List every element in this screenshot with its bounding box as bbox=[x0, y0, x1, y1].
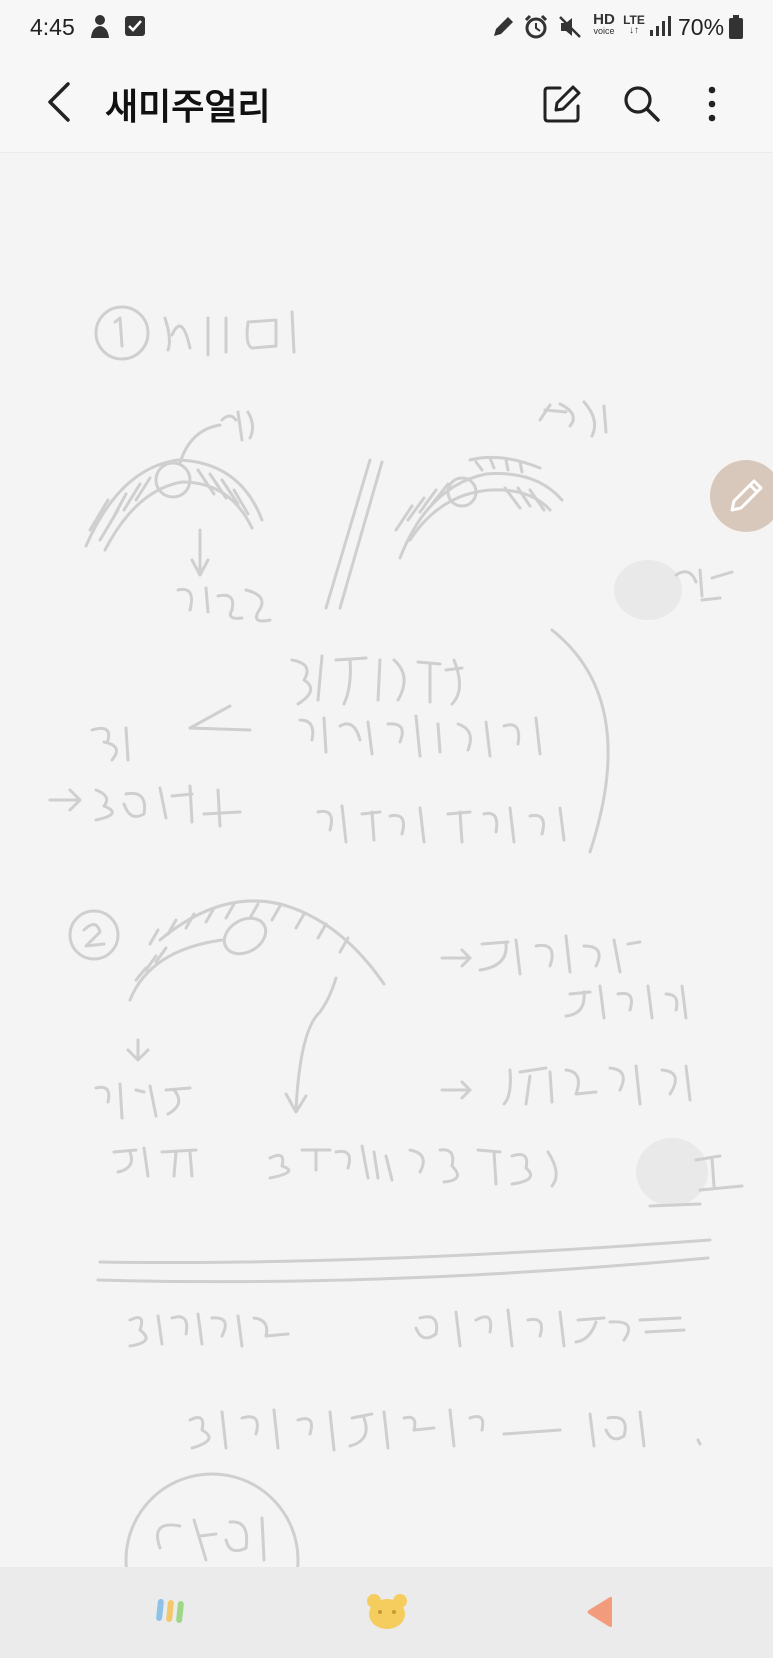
search-icon[interactable] bbox=[620, 82, 664, 126]
floating-pen-button[interactable] bbox=[710, 460, 773, 532]
hd-voice-indicator: HD voice bbox=[593, 11, 615, 36]
edit-icon[interactable] bbox=[540, 82, 584, 126]
alarm-icon bbox=[524, 14, 548, 39]
lte-indicator: LTE ↓↑ bbox=[623, 13, 645, 36]
battery-icon bbox=[729, 15, 743, 39]
triangle-icon[interactable] bbox=[576, 1587, 626, 1637]
more-icon[interactable] bbox=[690, 82, 734, 126]
app-bar: 새미주얼리 bbox=[0, 56, 773, 153]
note-canvas[interactable] bbox=[0, 153, 773, 1567]
pen-status-icon bbox=[494, 17, 513, 36]
status-bar: 4:45 HD voice LTE ↓↑ 70% bbox=[0, 0, 773, 56]
signal-icon bbox=[650, 16, 671, 36]
figure-icon bbox=[91, 15, 109, 38]
bear-icon[interactable] bbox=[362, 1587, 412, 1637]
handwriting-drawing bbox=[48, 305, 744, 1567]
status-time: 4:45 bbox=[30, 14, 75, 40]
battery-percent: 70% bbox=[678, 14, 725, 40]
pastel-lines-icon[interactable] bbox=[148, 1587, 198, 1637]
back-icon[interactable] bbox=[40, 78, 80, 126]
bottom-nav-bar bbox=[0, 1567, 773, 1658]
pen-icon bbox=[730, 479, 763, 512]
page-title: 새미주얼리 bbox=[105, 87, 271, 128]
checkbox-icon bbox=[125, 16, 145, 36]
mute-icon bbox=[559, 16, 581, 38]
